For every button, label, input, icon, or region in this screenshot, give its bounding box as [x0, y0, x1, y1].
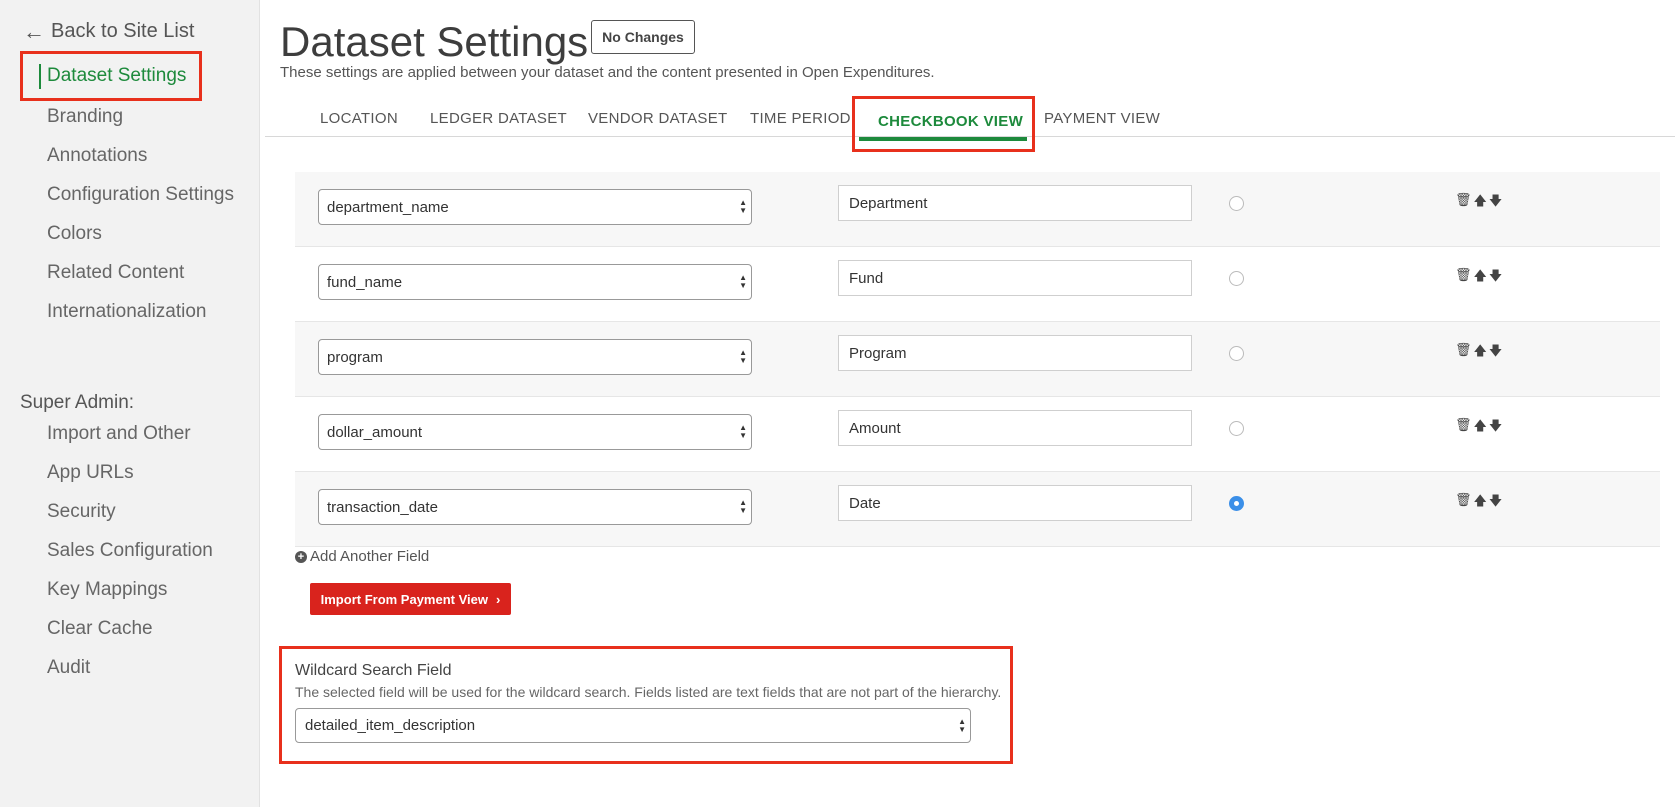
sidebar-item-branding[interactable]: Branding: [47, 106, 123, 128]
chevron-right-icon: ›: [496, 591, 501, 607]
tab-vendor-dataset[interactable]: VENDOR DATASET: [588, 110, 728, 127]
arrow-left-icon: ←: [23, 18, 45, 44]
select-caret-icon: ▲ ▼: [739, 273, 747, 290]
arrow-down-icon[interactable]: 🡇: [1489, 192, 1502, 214]
tab-checkbook-view[interactable]: CHECKBOOK VIEW: [852, 96, 1035, 152]
arrow-down-icon[interactable]: 🡇: [1489, 417, 1502, 439]
add-another-field-link[interactable]: + Add Another Field: [295, 548, 429, 565]
select-value: department_name: [327, 198, 449, 216]
select-value: program: [327, 348, 383, 366]
super-admin-heading: Super Admin:: [20, 392, 135, 413]
sidebar-item-clear-cache[interactable]: Clear Cache: [47, 618, 153, 640]
wildcard-title: Wildcard Search Field: [295, 662, 452, 679]
sidebar-item-dataset-settings[interactable]: Dataset Settings: [20, 51, 202, 101]
arrow-up-icon[interactable]: 🡅: [1474, 492, 1487, 514]
arrow-up-icon[interactable]: 🡅: [1474, 417, 1487, 439]
wildcard-field-select[interactable]: detailed_item_description ▲ ▼: [295, 708, 971, 743]
default-sort-radio[interactable]: [1229, 421, 1244, 436]
sidebar-item-security[interactable]: Security: [47, 501, 116, 523]
wildcard-search-section: Wildcard Search Field The selected field…: [279, 646, 1013, 764]
sidebar-item-key-mappings[interactable]: Key Mappings: [47, 579, 167, 601]
tab-time-period[interactable]: TIME PERIOD: [750, 110, 851, 127]
field-label-input[interactable]: Date: [838, 485, 1192, 521]
default-sort-radio[interactable]: [1229, 196, 1244, 211]
arrow-down-icon[interactable]: 🡇: [1489, 492, 1502, 514]
trash-icon[interactable]: 🗑: [1455, 267, 1472, 289]
select-caret-icon: ▲ ▼: [739, 348, 747, 365]
tab-checkbook-view-label: CHECKBOOK VIEW: [878, 113, 1024, 130]
arrow-down-icon[interactable]: 🡇: [1489, 342, 1502, 364]
sidebar: ← Back to Site List Dataset Settings Bra…: [0, 0, 260, 807]
field-column-select[interactable]: transaction_date ▲ ▼: [318, 489, 752, 525]
sidebar-item-audit[interactable]: Audit: [47, 657, 90, 679]
sidebar-item-label: Dataset Settings: [47, 65, 187, 86]
sidebar-item-annotations[interactable]: Annotations: [47, 145, 147, 167]
row-actions: 🗑 🡅 🡇: [1455, 342, 1502, 364]
select-value: fund_name: [327, 273, 403, 291]
field-label-input[interactable]: Fund: [838, 260, 1192, 296]
save-status-button[interactable]: No Changes: [591, 20, 695, 54]
select-caret-icon: ▲ ▼: [958, 717, 966, 734]
arrow-up-icon[interactable]: 🡅: [1474, 192, 1487, 214]
field-row: fund_name ▲ ▼ Fund 🗑 🡅 🡇: [295, 247, 1660, 322]
default-sort-radio[interactable]: [1229, 271, 1244, 286]
arrow-up-icon[interactable]: 🡅: [1474, 267, 1487, 289]
tab-payment-view[interactable]: PAYMENT VIEW: [1044, 110, 1160, 127]
arrow-up-icon[interactable]: 🡅: [1474, 342, 1487, 364]
sidebar-item-internationalization[interactable]: Internationalization: [47, 301, 207, 323]
field-label-input[interactable]: Amount: [838, 410, 1192, 446]
field-row: dollar_amount ▲ ▼ Amount 🗑 🡅 🡇: [295, 397, 1660, 472]
active-tab-underline: [859, 137, 1027, 141]
sidebar-item-app-urls[interactable]: App URLs: [47, 462, 134, 484]
tab-location[interactable]: LOCATION: [320, 110, 398, 127]
field-label-input[interactable]: Department: [838, 185, 1192, 221]
sidebar-item-colors[interactable]: Colors: [47, 223, 102, 245]
field-column-select[interactable]: program ▲ ▼: [318, 339, 752, 375]
row-actions: 🗑 🡅 🡇: [1455, 417, 1502, 439]
select-caret-icon: ▲ ▼: [739, 198, 747, 215]
default-sort-radio[interactable]: [1229, 346, 1244, 361]
page-title: Dataset Settings: [280, 18, 589, 65]
select-value: transaction_date: [327, 498, 438, 516]
arrow-down-icon[interactable]: 🡇: [1489, 267, 1502, 289]
select-value: detailed_item_description: [305, 717, 476, 734]
back-link-label: Back to Site List: [51, 20, 195, 42]
sidebar-item-import-and-other[interactable]: Import and Other: [47, 423, 191, 445]
row-actions: 🗑 🡅 🡇: [1455, 492, 1502, 514]
sidebar-item-related-content[interactable]: Related Content: [47, 262, 184, 284]
sidebar-item-sales-configuration[interactable]: Sales Configuration: [47, 540, 213, 562]
field-row: transaction_date ▲ ▼ Date 🗑 🡅 🡇: [295, 472, 1660, 547]
plus-circle-icon: +: [295, 550, 307, 563]
back-to-site-list-link[interactable]: ← Back to Site List: [23, 20, 194, 43]
field-column-select[interactable]: dollar_amount ▲ ▼: [318, 414, 752, 450]
field-column-select[interactable]: department_name ▲ ▼: [318, 189, 752, 225]
import-button-label: Import From Payment View: [320, 591, 488, 607]
default-sort-radio[interactable]: [1229, 496, 1244, 511]
trash-icon[interactable]: 🗑: [1455, 192, 1472, 214]
row-actions: 🗑 🡅 🡇: [1455, 192, 1502, 214]
select-value: dollar_amount: [327, 423, 423, 441]
field-row: program ▲ ▼ Program 🗑 🡅 🡇: [295, 322, 1660, 397]
sidebar-item-configuration-settings[interactable]: Configuration Settings: [47, 184, 234, 206]
wildcard-description: The selected field will be used for the …: [295, 684, 1002, 700]
field-label-input[interactable]: Program: [838, 335, 1192, 371]
page-subtitle: These settings are applied between your …: [280, 64, 935, 81]
select-caret-icon: ▲ ▼: [739, 498, 747, 515]
field-column-select[interactable]: fund_name ▲ ▼: [318, 264, 752, 300]
trash-icon[interactable]: 🗑: [1455, 342, 1472, 364]
import-from-payment-view-button[interactable]: Import From Payment View ›: [310, 583, 511, 615]
active-indicator: [39, 64, 41, 89]
add-field-label: Add Another Field: [310, 548, 430, 565]
trash-icon[interactable]: 🗑: [1455, 492, 1472, 514]
trash-icon[interactable]: 🗑: [1455, 417, 1472, 439]
row-actions: 🗑 🡅 🡇: [1455, 267, 1502, 289]
tab-ledger-dataset[interactable]: LEDGER DATASET: [430, 110, 567, 127]
field-row: department_name ▲ ▼ Department 🗑 🡅 🡇: [295, 172, 1660, 247]
select-caret-icon: ▲ ▼: [739, 423, 747, 440]
